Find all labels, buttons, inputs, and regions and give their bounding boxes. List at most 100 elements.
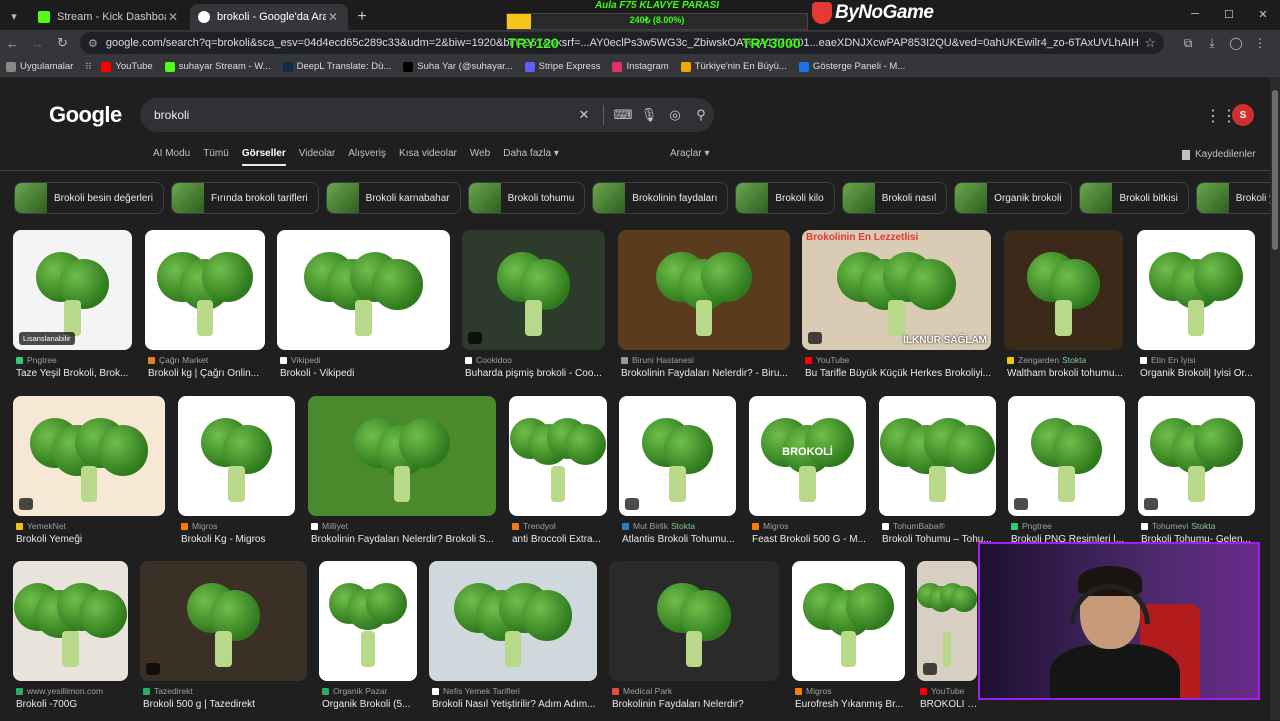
result-thumbnail[interactable]	[1138, 396, 1255, 516]
image-result[interactable]: Tazedirekt Brokoli 500 g | Tazedirekt	[140, 561, 307, 721]
result-source[interactable]: Zengarden Stokta	[1007, 355, 1126, 365]
image-result[interactable]: Vikipedi Brokoli - Vikipedi	[277, 230, 450, 390]
result-thumbnail[interactable]: EURO FRESH	[792, 561, 905, 681]
result-thumbnail[interactable]	[140, 561, 307, 681]
google-logo[interactable]: Google	[49, 102, 122, 128]
result-source[interactable]: www.yesillimon.com	[16, 686, 131, 696]
related-search-chip[interactable]: Fırında brokoli tarifleri	[170, 182, 319, 214]
search-box[interactable]: brokoli ✕ ⌨ 🎙 ◎ ⚲	[140, 98, 714, 132]
result-source[interactable]: Pngtree	[1011, 521, 1128, 531]
tab-2[interactable]: Görseller	[241, 148, 286, 166]
tab-kick-dashboard[interactable]: Stream - Kick Dashboard ✕	[30, 4, 188, 30]
related-search-chip[interactable]: Brokoli tohumu	[467, 182, 586, 214]
microphone-icon[interactable]: 🎙	[636, 102, 662, 128]
close-tab-icon[interactable]: ✕	[166, 10, 180, 24]
download-icon[interactable]: ⤓	[1200, 33, 1224, 53]
result-thumbnail[interactable]	[609, 561, 779, 681]
forward-icon[interactable]: →	[25, 31, 50, 55]
result-thumbnail[interactable]	[178, 396, 295, 516]
result-thumbnail[interactable]	[13, 396, 165, 516]
result-source[interactable]: Milliyet	[311, 521, 499, 531]
tab-search-button[interactable]: ▾	[0, 2, 28, 30]
result-thumbnail[interactable]	[277, 230, 450, 350]
keyboard-icon[interactable]: ⌨	[610, 102, 636, 128]
related-search-chip[interactable]: Brokoli karnabahar	[325, 182, 461, 214]
clear-icon[interactable]: ✕	[571, 102, 597, 128]
image-result[interactable]: EURO FRESH Migros Eurofresh Yıkanmış Br...	[792, 561, 905, 721]
scrollbar-thumb[interactable]	[1272, 90, 1278, 250]
result-thumbnail[interactable]: BROKOLİ	[749, 396, 866, 516]
minimize-icon[interactable]: ─	[1178, 0, 1212, 28]
profile-icon[interactable]: ◯	[1224, 33, 1248, 53]
result-thumbnail[interactable]	[462, 230, 605, 350]
result-source[interactable]: Migros	[181, 521, 298, 531]
result-caption[interactable]: Brokolinin Faydaları Nelerdir? Brokoli S…	[311, 534, 499, 545]
result-source[interactable]: Tohumevi Stokta	[1141, 521, 1258, 531]
result-caption[interactable]: Organik Brokoli| İyisi Or...	[1140, 368, 1258, 379]
result-source[interactable]: Etin En İyisi	[1140, 355, 1258, 365]
result-source[interactable]: YouTube	[920, 686, 980, 696]
image-result[interactable]: Organik Pazar Organik Brokoli (5...	[319, 561, 417, 721]
result-caption[interactable]: Brokoli kg | Çağrı Onlin...	[148, 368, 268, 379]
image-result[interactable]: Biruni Hastanesi Brokolinin Faydaları Nel…	[618, 230, 790, 390]
result-thumbnail[interactable]	[1008, 396, 1125, 516]
bookmark-item[interactable]: suhayar Stream - W...	[164, 61, 271, 72]
result-caption[interactable]: Brokolinin Faydaları Nelerdir? - Biru...	[621, 368, 793, 379]
apps-grid-icon[interactable]: ⋮⋮	[1205, 106, 1237, 125]
bookmark-apps-grid-icon[interactable]: ⁝⁝	[85, 61, 91, 72]
related-search-chip[interactable]: Brokoli besin değerleri	[14, 182, 164, 214]
lens-icon[interactable]: ◎	[662, 102, 688, 128]
result-caption[interactable]: Brokolinin Faydaları Nelerdir?	[612, 699, 782, 710]
address-bar[interactable]: ⚙ google.com/search?q=brokoli&sca_esv=04…	[80, 32, 1164, 54]
result-caption[interactable]: Brokoli Yemeği	[16, 534, 168, 545]
bookmark-item[interactable]: DeepL Translate: Dü...	[282, 61, 391, 72]
result-source[interactable]: Nefis Yemek Tarifleri	[432, 686, 600, 696]
bookmark-item[interactable]: Stripe Express	[524, 61, 600, 72]
image-result[interactable]: Tohumevi Stokta Brokoli Tohumu- Gelen...	[1138, 396, 1255, 556]
result-thumbnail[interactable]	[917, 561, 977, 681]
site-info-icon[interactable]: ⚙	[88, 37, 98, 50]
image-result[interactable]: YemekNet Brokoli Yemeği	[13, 396, 165, 556]
result-source[interactable]: YemekNet	[16, 521, 168, 531]
image-result[interactable]: Mut Birlik Stokta Atlantis Brokoli Tohumu.…	[619, 396, 736, 556]
result-thumbnail[interactable]	[319, 561, 417, 681]
result-source[interactable]: YouTube	[805, 355, 994, 365]
bookmark-item[interactable]: Uygulamalar	[6, 61, 73, 72]
result-caption[interactable]: Taze Yeşil Brokoli, Brok...	[16, 368, 135, 379]
result-source[interactable]: Biruni Hastanesi	[621, 355, 793, 365]
result-caption[interactable]: BROKOLİ SALATASI TARİFİ/Az malze...	[920, 699, 980, 710]
saved-button[interactable]: Kaydedilenler	[1182, 149, 1256, 160]
result-caption[interactable]: Feast Brokoli 500 G - M...	[752, 534, 869, 545]
related-search-chip[interactable]: Brokolinin faydaları	[592, 182, 729, 214]
result-caption[interactable]: Organik Brokoli (5...	[322, 699, 420, 710]
image-result[interactable]: Milliyet Brokolinin Faydaları Nelerdir? B…	[308, 396, 496, 556]
search-icon[interactable]: ⚲	[688, 102, 714, 128]
result-source[interactable]: Migros	[752, 521, 869, 531]
image-result[interactable]: Nefis Yemek Tarifleri Brokoli Nasıl Yetiş…	[429, 561, 597, 721]
result-caption[interactable]: Brokoli -700G	[16, 699, 131, 710]
result-source[interactable]: Pngtree	[16, 355, 135, 365]
related-search-chip[interactable]: Brokoli kilo	[735, 182, 835, 214]
result-source[interactable]: Trendyol	[512, 521, 610, 531]
result-source[interactable]: Mut Birlik Stokta	[622, 521, 739, 531]
tab-7[interactable]: Daha fazla ▾	[503, 148, 559, 165]
result-caption[interactable]: Brokoli Nasıl Yetiştirilir? Adım Adım...	[432, 699, 600, 710]
result-source[interactable]: Migros	[795, 686, 908, 696]
related-search-chip[interactable]: Brokoli bitkisi	[1079, 182, 1189, 214]
tab-1[interactable]: Tümü	[203, 148, 229, 165]
back-icon[interactable]: ←	[0, 31, 25, 55]
related-search-chip[interactable]: Organik brokoli	[954, 182, 1073, 214]
result-caption[interactable]: Waltham brokoli tohumu...	[1007, 368, 1126, 379]
tab-5[interactable]: Kısa videolar	[399, 148, 457, 165]
page-scrollbar[interactable]	[1270, 78, 1280, 720]
result-source[interactable]: Çağrı Market	[148, 355, 268, 365]
new-tab-button[interactable]: +	[348, 4, 376, 30]
result-thumbnail[interactable]	[619, 396, 736, 516]
result-caption[interactable]: Brokoli 500 g | Tazedirekt	[143, 699, 310, 710]
result-caption[interactable]: Brokoli - Vikipedi	[280, 368, 453, 379]
search-input[interactable]: brokoli	[154, 108, 571, 122]
result-thumbnail[interactable]: Lisanslanabilir	[13, 230, 132, 350]
result-caption[interactable]: anti Broccoli Extra...	[512, 534, 610, 545]
image-result[interactable]: Medical Park Brokolinin Faydaları Nelerdi…	[609, 561, 779, 721]
result-thumbnail[interactable]	[145, 230, 265, 350]
